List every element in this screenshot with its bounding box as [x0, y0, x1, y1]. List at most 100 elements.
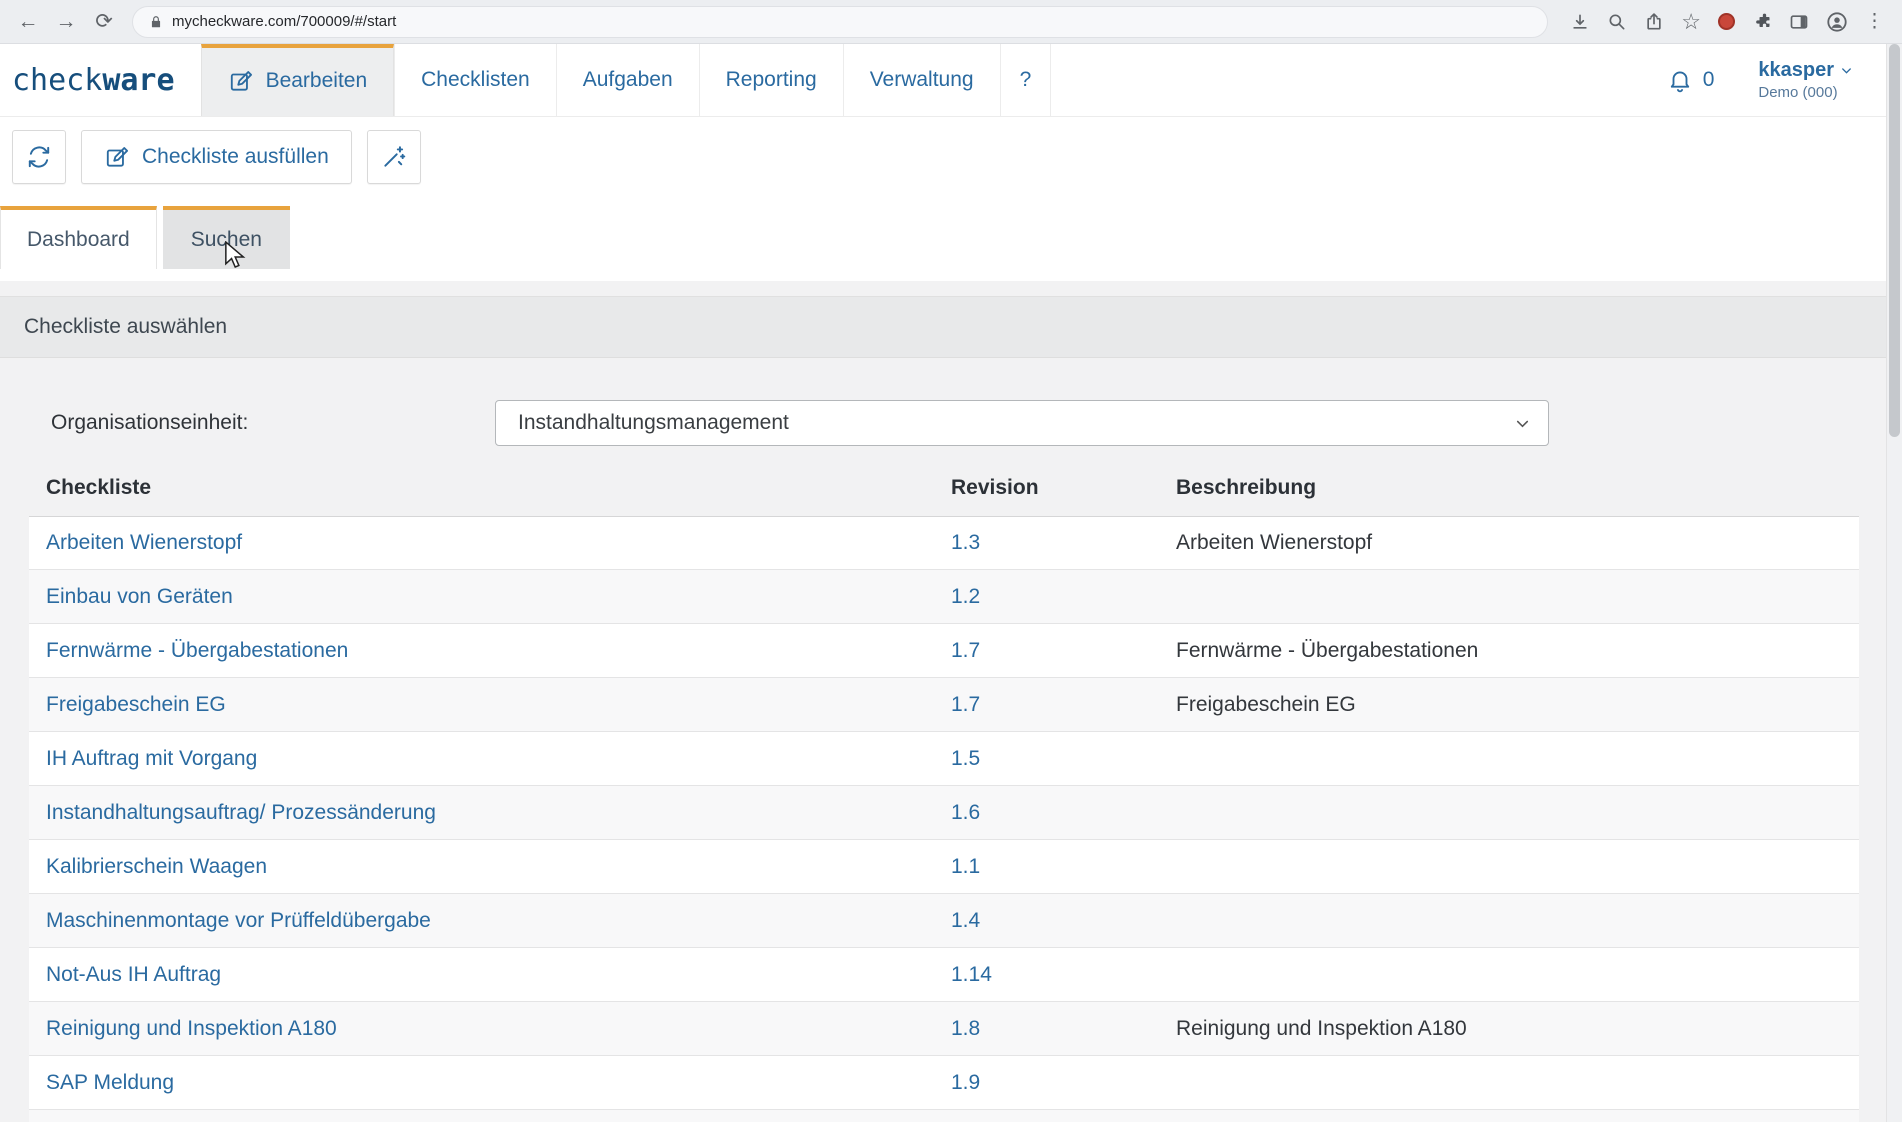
zoom-icon[interactable]: [1607, 12, 1627, 32]
checkware-logo[interactable]: checkware: [0, 44, 201, 116]
user-org: Demo (000): [1758, 83, 1854, 103]
panel-title: Checkliste auswählen: [24, 315, 227, 339]
reload-icon[interactable]: ⟳: [86, 4, 122, 40]
revision-cell: 1.1: [934, 855, 1159, 879]
nav-item-aufgaben[interactable]: Aufgaben: [556, 44, 699, 116]
revision-cell: 1.9: [934, 1071, 1159, 1095]
column-header-revision: Revision: [934, 476, 1159, 500]
checklist-link[interactable]: Maschinenmontage vor Prüffeldübergabe: [46, 909, 431, 932]
checklist-table: Checkliste Revision Beschreibung Arbeite…: [29, 459, 1859, 1122]
table-header: Checkliste Revision Beschreibung: [29, 459, 1859, 516]
notifications[interactable]: 0: [1667, 67, 1715, 93]
tab-label: Suchen: [191, 228, 262, 252]
nav-label: Verwaltung: [870, 68, 974, 92]
table-row: SAP Meldung 1.9: [29, 1056, 1859, 1110]
app-header: checkware Bearbeiten Checklisten Aufgabe…: [0, 44, 1902, 117]
chevron-down-icon: [1839, 63, 1854, 78]
dashboard-panel: Checkliste auswählen Organisationseinhei…: [0, 281, 1886, 1122]
nav-item-help[interactable]: ?: [1000, 44, 1052, 116]
extension-badge-icon[interactable]: [1718, 13, 1735, 30]
chrome-actions: ☆ ⋮: [1562, 9, 1892, 35]
sidebar-icon[interactable]: [1789, 12, 1809, 32]
table-row: TPM Ein-Punkt Schulung 1.2: [29, 1110, 1859, 1122]
checklist-table-body: Arbeiten Wienerstopf 1.3 Arbeiten Wiener…: [29, 516, 1859, 1122]
magic-wand-icon: [381, 144, 407, 170]
revision-cell: 1.2: [934, 585, 1159, 609]
nav-item-verwaltung[interactable]: Verwaltung: [843, 44, 1000, 116]
checklist-link[interactable]: Fernwärme - Übergabestationen: [46, 639, 348, 662]
checklist-link[interactable]: Reinigung und Inspektion A180: [46, 1017, 337, 1040]
bookmark-star-icon[interactable]: ☆: [1681, 9, 1701, 35]
revision-cell: 1.7: [934, 693, 1159, 717]
page-scrollbar[interactable]: [1886, 44, 1902, 1122]
back-icon[interactable]: ←: [10, 4, 46, 40]
bell-icon: [1667, 67, 1693, 93]
scrollbar-thumb[interactable]: [1889, 44, 1900, 437]
user-name: kkasper: [1758, 57, 1834, 83]
revision-cell: 1.8: [934, 1017, 1159, 1041]
forward-icon[interactable]: →: [48, 4, 84, 40]
panel-header: Checkliste auswählen: [0, 296, 1886, 358]
description-cell: Fernwärme - Übergabestationen: [1159, 639, 1859, 663]
table-row: Arbeiten Wienerstopf 1.3 Arbeiten Wiener…: [29, 516, 1859, 570]
org-unit-select[interactable]: Instandhaltungsmanagement: [495, 400, 1549, 446]
lock-icon[interactable]: [149, 15, 163, 29]
nav-item-bearbeiten[interactable]: Bearbeiten: [201, 44, 395, 116]
download-icon[interactable]: [1570, 12, 1590, 32]
description-cell: Freigabeschein EG: [1159, 693, 1859, 717]
checklist-link[interactable]: Arbeiten Wienerstopf: [46, 531, 242, 554]
nav-item-checklisten[interactable]: Checklisten: [394, 44, 556, 116]
refresh-button[interactable]: [12, 130, 66, 184]
revision-cell: 1.14: [934, 963, 1159, 987]
share-icon[interactable]: [1644, 12, 1664, 32]
logo-ware: ware: [102, 63, 174, 98]
help-icon: ?: [1020, 68, 1032, 92]
fill-checklist-label: Checkliste ausfüllen: [142, 145, 329, 169]
checklist-link[interactable]: Kalibrierschein Waagen: [46, 855, 267, 878]
menu-dots-icon[interactable]: ⋮: [1865, 10, 1884, 33]
wizard-button[interactable]: [367, 130, 421, 184]
revision-cell: 1.5: [934, 747, 1159, 771]
content-tabs: Dashboard Suchen: [0, 206, 1902, 269]
org-unit-row: Organisationseinheit: Instandhaltungsman…: [0, 400, 1886, 446]
url-bar[interactable]: mycheckware.com/700009/#/start: [132, 6, 1548, 38]
checklist-link[interactable]: Einbau von Geräten: [46, 585, 233, 608]
user-menu[interactable]: kkasper Demo (000): [1758, 57, 1854, 103]
org-unit-value: Instandhaltungsmanagement: [518, 411, 789, 435]
org-unit-label: Organisationseinheit:: [51, 411, 495, 435]
table-row: IH Auftrag mit Vorgang 1.5: [29, 732, 1859, 786]
tab-dashboard[interactable]: Dashboard: [0, 206, 157, 269]
main-nav: Bearbeiten Checklisten Aufgaben Reportin…: [201, 44, 1052, 116]
nav-label: Checklisten: [421, 68, 530, 92]
column-header-checkliste: Checkliste: [29, 476, 934, 500]
sync-icon: [26, 144, 52, 170]
tab-label: Dashboard: [27, 228, 130, 252]
fill-checklist-button[interactable]: Checkliste ausfüllen: [81, 130, 352, 184]
checklist-link[interactable]: IH Auftrag mit Vorgang: [46, 747, 257, 770]
edit-icon: [228, 68, 254, 94]
checklist-link[interactable]: Freigabeschein EG: [46, 693, 226, 716]
table-row: Not-Aus IH Auftrag 1.14: [29, 948, 1859, 1002]
column-header-beschreibung: Beschreibung: [1159, 476, 1859, 500]
extensions-puzzle-icon[interactable]: [1752, 12, 1772, 32]
table-row: Einbau von Geräten 1.2: [29, 570, 1859, 624]
checklist-link[interactable]: Instandhaltungsauftrag/ Prozessänderung: [46, 801, 436, 824]
tab-suchen[interactable]: Suchen: [163, 206, 290, 269]
edit-icon: [104, 144, 130, 170]
header-right: 0 kkasper Demo (000): [1667, 44, 1902, 116]
checklist-link[interactable]: Not-Aus IH Auftrag: [46, 963, 221, 986]
table-row: Freigabeschein EG 1.7 Freigabeschein EG: [29, 678, 1859, 732]
nav-label: Reporting: [726, 68, 817, 92]
nav-label: Aufgaben: [583, 68, 673, 92]
table-row: Kalibrierschein Waagen 1.1: [29, 840, 1859, 894]
nav-item-reporting[interactable]: Reporting: [699, 44, 843, 116]
description-cell: Reinigung und Inspektion A180: [1159, 1017, 1859, 1041]
revision-cell: 1.4: [934, 909, 1159, 933]
checklist-link[interactable]: SAP Meldung: [46, 1071, 174, 1094]
table-row: Maschinenmontage vor Prüffeldübergabe 1.…: [29, 894, 1859, 948]
profile-icon[interactable]: [1826, 11, 1848, 33]
revision-cell: 1.3: [934, 531, 1159, 555]
nav-label: Bearbeiten: [266, 69, 368, 93]
logo-check: check: [12, 63, 102, 98]
chevron-down-icon: [1513, 414, 1532, 433]
